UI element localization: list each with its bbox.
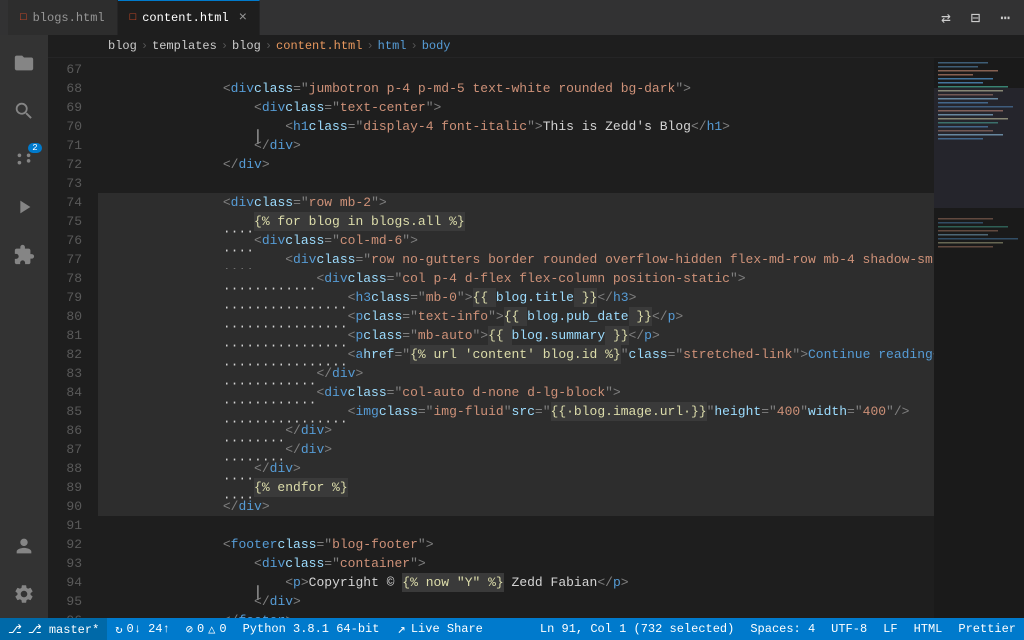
formatter-label: Prettier	[958, 622, 1016, 636]
errors-warnings[interactable]: ⊘ 0 △ 0	[178, 618, 235, 640]
git-icon: ⎇	[8, 622, 22, 637]
html-icon: □	[20, 12, 27, 24]
tab-close-button[interactable]: ×	[239, 10, 247, 26]
source-control-badge: 2	[28, 143, 42, 153]
live-share[interactable]: ↗ Live Share	[387, 618, 492, 640]
breadcrumb-blog2[interactable]: blog	[232, 39, 261, 53]
tab-group: □ blogs.html □ content.html ×	[8, 0, 260, 35]
tab-label-content: content.html	[142, 11, 228, 25]
layout-icon[interactable]: ⊟	[965, 6, 987, 30]
code-line-96: </footer>	[98, 611, 934, 618]
line-ending-label: LF	[883, 622, 897, 636]
minimap[interactable]	[934, 58, 1024, 618]
breadcrumb-html[interactable]: html	[378, 39, 407, 53]
tab-label-blogs: blogs.html	[33, 11, 105, 25]
line-numbers: 67 68 69 70 71 72 73 74 75 76 77 78 79 8…	[48, 58, 90, 618]
code-line-71: </div>	[98, 136, 934, 155]
activity-extensions[interactable]	[0, 231, 48, 279]
warning-icon: △	[208, 622, 215, 637]
code-line-91	[98, 516, 934, 535]
code-scroll[interactable]: 67 68 69 70 71 72 73 74 75 76 77 78 79 8…	[48, 58, 934, 618]
breadcrumb-file[interactable]: content.html	[276, 39, 362, 53]
breadcrumb: blog › templates › blog › content.html ›…	[48, 35, 1024, 58]
spaces-label: Spaces: 4	[750, 622, 815, 636]
language-label: HTML	[914, 622, 943, 636]
formatter[interactable]: Prettier	[950, 618, 1024, 640]
remote-icon[interactable]: ⇄	[935, 6, 957, 30]
sync-status[interactable]: ↻ 0↓ 24↑	[107, 618, 177, 640]
breadcrumb-body[interactable]: body	[422, 39, 451, 53]
more-options-icon[interactable]: ⋯	[994, 6, 1016, 30]
code-line-90: </div>	[98, 497, 934, 516]
activity-explorer[interactable]	[0, 39, 48, 87]
main-layout: 2 blog › templates › blog › content.html…	[0, 35, 1024, 618]
code-line-67	[98, 60, 934, 79]
breadcrumb-templates[interactable]: templates	[152, 39, 217, 53]
code-line-95: </div>	[98, 592, 934, 611]
live-share-icon: ↗	[397, 621, 405, 638]
git-branch-label: ⎇ master*	[28, 622, 99, 637]
activity-source-control[interactable]: 2	[0, 135, 48, 183]
tab-content[interactable]: □ content.html ×	[118, 0, 260, 35]
python-label: Python 3.8.1 64-bit	[243, 622, 380, 636]
error-icon: ⊘	[186, 622, 193, 637]
indentation[interactable]: Spaces: 4	[742, 618, 823, 640]
activity-accounts[interactable]	[0, 522, 48, 570]
sync-icon: ↻	[115, 622, 122, 637]
encoding-label: UTF-8	[831, 622, 867, 636]
warning-count: 0	[219, 622, 226, 636]
status-left: ⎇ ⎇ master* ↻ 0↓ 24↑ ⊘ 0 △ 0 Python 3.8.…	[0, 618, 387, 640]
live-share-label: Live Share	[411, 622, 483, 636]
html-icon-active: □	[130, 12, 137, 24]
status-right: Ln 91, Col 1 (732 selected) Spaces: 4 UT…	[532, 618, 1024, 640]
editor-area: 67 68 69 70 71 72 73 74 75 76 77 78 79 8…	[48, 58, 1024, 618]
code-line-72: </div>	[98, 155, 934, 174]
tab-blogs[interactable]: □ blogs.html	[8, 0, 118, 35]
activity-run[interactable]	[0, 183, 48, 231]
sync-label: 0↓ 24↑	[127, 622, 170, 636]
python-version[interactable]: Python 3.8.1 64-bit	[235, 618, 388, 640]
activity-search[interactable]	[0, 87, 48, 135]
editor-panel: blog › templates › blog › content.html ›…	[48, 35, 1024, 618]
position-label: Ln 91, Col 1 (732 selected)	[540, 622, 734, 636]
code-content[interactable]: <div class="jumbotron p-4 p-md-5 text-wh…	[90, 58, 934, 618]
code-line-73	[98, 174, 934, 193]
activity-settings[interactable]	[0, 570, 48, 618]
activity-bar: 2	[0, 35, 48, 618]
cursor-position[interactable]: Ln 91, Col 1 (732 selected)	[532, 618, 742, 640]
title-bar: □ blogs.html □ content.html × ⇄ ⊟ ⋯	[0, 0, 1024, 35]
line-ending[interactable]: LF	[875, 618, 905, 640]
status-bar: ⎇ ⎇ master* ↻ 0↓ 24↑ ⊘ 0 △ 0 Python 3.8.…	[0, 618, 1024, 640]
breadcrumb-blog[interactable]: blog	[108, 39, 137, 53]
file-language[interactable]: HTML	[906, 618, 951, 640]
code-line-89: ····{% endfor %}	[98, 478, 934, 497]
git-branch[interactable]: ⎇ ⎇ master*	[0, 618, 107, 640]
title-bar-actions: ⇄ ⊟ ⋯	[935, 6, 1016, 30]
error-count: 0	[197, 622, 204, 636]
code-line-76: ····<div class="col-md-6">	[98, 231, 934, 250]
file-encoding[interactable]: UTF-8	[823, 618, 875, 640]
